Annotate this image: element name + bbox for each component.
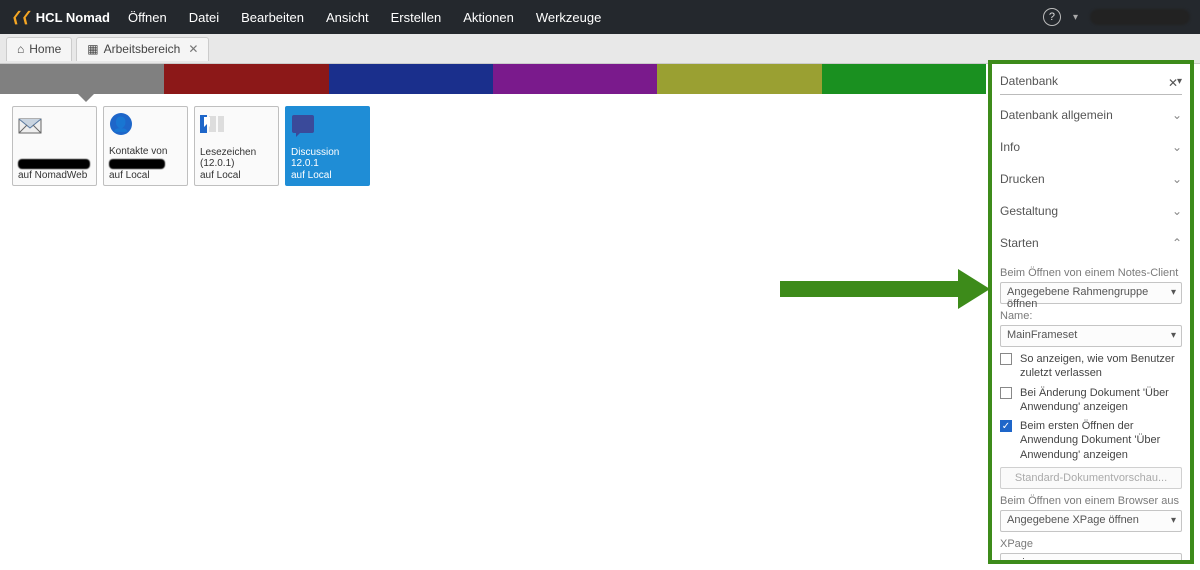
section-start-label: Starten — [1000, 236, 1039, 250]
contacts-icon: 👤 — [109, 112, 133, 136]
chk-first-open-about[interactable]: ✓ Beim ersten Öffnen der Anwendung Dokum… — [1000, 419, 1182, 462]
chevron-down-icon: ▾ — [1171, 558, 1176, 560]
chevron-down-icon: ⌄ — [1172, 140, 1182, 154]
tile-bookmarks-line1: Lesezeichen (12.0.1) — [200, 147, 273, 170]
panel-close-icon[interactable]: ✕ — [1168, 76, 1178, 90]
discussion-icon — [291, 112, 315, 136]
brand-title: HCL Nomad — [36, 10, 110, 25]
section-start[interactable]: Starten ⌃ — [1000, 227, 1182, 259]
open-browser-value: Angegebene XPage öffnen — [1007, 514, 1139, 526]
properties-panel: ✕ Datenbank ▾ Datenbank allgemein ⌄ Info… — [992, 64, 1190, 560]
section-info-label: Info — [1000, 140, 1020, 154]
annotation-arrow — [780, 276, 990, 302]
open-browser-select[interactable]: Angegebene XPage öffnen ▾ — [1000, 510, 1182, 532]
ws-page-red[interactable] — [164, 64, 328, 94]
ws-page-purple[interactable] — [493, 64, 657, 94]
frameset-name-label: Name: — [1000, 310, 1182, 322]
tile-mail-redacted — [18, 159, 90, 169]
open-notes-select[interactable]: Angegebene Rahmengruppe öffnen ▾ — [1000, 282, 1182, 304]
tab-home-label: Home — [29, 42, 61, 56]
tile-contacts-redacted — [109, 159, 165, 169]
ws-page-gray[interactable] — [0, 64, 164, 94]
tile-discussion-sub: auf Local — [291, 170, 364, 182]
xpage-select[interactable]: main.xsp ▾ — [1000, 553, 1182, 560]
panel-type-dropdown[interactable]: Datenbank ▾ — [1000, 70, 1182, 95]
workspace-icon: ▦ — [87, 42, 98, 56]
section-db-general[interactable]: Datenbank allgemein ⌄ — [1000, 99, 1182, 131]
chevron-down-icon: ▾ — [1171, 287, 1176, 298]
tile-bookmarks-sub: auf Local — [200, 170, 273, 182]
xpage-label: XPage — [1000, 538, 1182, 550]
xpage-value: main.xsp — [1007, 557, 1051, 560]
brand-logo-icon: ❬❬ — [10, 9, 30, 25]
tile-bookmarks[interactable]: Lesezeichen (12.0.1) auf Local — [194, 106, 279, 186]
chk-on-change-about-label: Bei Änderung Dokument 'Über Anwendung' a… — [1020, 386, 1182, 415]
checkbox-icon — [1000, 387, 1012, 399]
section-info[interactable]: Info ⌄ — [1000, 131, 1182, 163]
section-design-label: Gestaltung — [1000, 204, 1058, 218]
section-start-body: Beim Öffnen von einem Notes-Client Angeg… — [1000, 259, 1182, 560]
chevron-down-icon: ⌄ — [1172, 108, 1182, 122]
ws-page-olive[interactable] — [657, 64, 821, 94]
menu-file[interactable]: Datei — [189, 10, 219, 25]
close-icon[interactable]: ✕ — [188, 42, 198, 56]
chk-restore-last[interactable]: So anzeigen, wie vom Benutzer zuletzt ve… — [1000, 352, 1182, 381]
frameset-name-select[interactable]: MainFrameset ▾ — [1000, 325, 1182, 347]
menu-tools[interactable]: Werkzeuge — [536, 10, 602, 25]
open-notes-value: Angegebene Rahmengruppe öffnen — [1007, 286, 1148, 310]
section-print-label: Drucken — [1000, 172, 1045, 186]
open-notes-label: Beim Öffnen von einem Notes-Client — [1000, 267, 1182, 279]
chevron-down-icon[interactable]: ▾ — [1073, 12, 1078, 23]
brand: ❬❬ HCL Nomad — [10, 9, 110, 25]
mail-icon — [18, 112, 42, 136]
frameset-name-value: MainFrameset — [1007, 329, 1077, 341]
chevron-down-icon: ⌄ — [1172, 204, 1182, 218]
checkbox-icon — [1000, 353, 1012, 365]
menu-open[interactable]: Öffnen — [128, 10, 167, 25]
ws-page-green[interactable] — [822, 64, 986, 94]
section-design[interactable]: Gestaltung ⌄ — [1000, 195, 1182, 227]
home-icon: ⌂ — [17, 42, 24, 56]
tile-contacts-line1: Kontakte von — [109, 146, 182, 158]
tab-home[interactable]: ⌂ Home — [6, 37, 72, 61]
menu-view[interactable]: Ansicht — [326, 10, 369, 25]
menubar-right: ? ▾ — [1043, 8, 1190, 26]
chk-first-open-about-label: Beim ersten Öffnen der Anwendung Dokumen… — [1020, 419, 1182, 462]
user-area-redacted — [1090, 9, 1190, 25]
chevron-up-icon: ⌃ — [1172, 236, 1182, 250]
bookmarks-icon — [200, 112, 224, 136]
tab-workspace[interactable]: ▦ Arbeitsbereich ✕ — [76, 37, 209, 61]
menu-items: Öffnen Datei Bearbeiten Ansicht Erstelle… — [128, 10, 601, 25]
menu-bar: ❬❬ HCL Nomad Öffnen Datei Bearbeiten Ans… — [0, 0, 1200, 34]
tile-discussion-line1: Discussion 12.0.1 — [291, 147, 364, 170]
menu-actions[interactable]: Aktionen — [463, 10, 514, 25]
menu-edit[interactable]: Bearbeiten — [241, 10, 304, 25]
chk-on-change-about[interactable]: Bei Änderung Dokument 'Über Anwendung' a… — [1000, 386, 1182, 415]
menu-create[interactable]: Erstellen — [391, 10, 442, 25]
tile-discussion[interactable]: Discussion 12.0.1 auf Local — [285, 106, 370, 186]
section-db-general-label: Datenbank allgemein — [1000, 108, 1113, 122]
tab-workspace-label: Arbeitsbereich — [104, 42, 181, 56]
chevron-down-icon: ▾ — [1171, 515, 1176, 526]
ws-page-blue[interactable] — [329, 64, 493, 94]
help-icon[interactable]: ? — [1043, 8, 1061, 26]
chevron-down-icon: ⌄ — [1172, 172, 1182, 186]
section-print[interactable]: Drucken ⌄ — [1000, 163, 1182, 195]
default-doc-preview-button[interactable]: Standard-Dokumentvorschau... — [1000, 467, 1182, 489]
chevron-down-icon: ▾ — [1171, 330, 1176, 341]
tile-contacts-sub: auf Local — [109, 170, 182, 182]
open-browser-label: Beim Öffnen von einem Browser aus — [1000, 495, 1182, 507]
properties-panel-highlight: ✕ Datenbank ▾ Datenbank allgemein ⌄ Info… — [988, 60, 1194, 564]
tile-contacts[interactable]: 👤 Kontakte von auf Local — [103, 106, 188, 186]
checkbox-checked-icon: ✓ — [1000, 420, 1012, 432]
tile-mail[interactable]: auf NomadWeb — [12, 106, 97, 186]
chk-restore-last-label: So anzeigen, wie vom Benutzer zuletzt ve… — [1020, 352, 1182, 381]
panel-type-value: Datenbank — [1000, 74, 1177, 88]
tile-mail-sub: auf NomadWeb — [18, 170, 91, 182]
